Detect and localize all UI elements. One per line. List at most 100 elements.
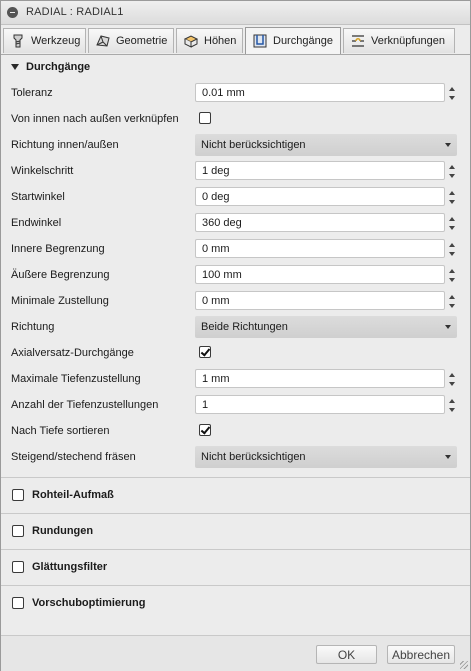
spinner-icon[interactable] xyxy=(448,215,456,232)
tab-bar: Werkzeug Geometrie Höhen Durchgänge Verk… xyxy=(1,25,470,55)
group-rundungen[interactable]: Rundungen xyxy=(1,513,470,548)
row-minimale-zustellung: Minimale Zustellung 0 mm xyxy=(1,289,470,313)
field-label: Richtung innen/außen xyxy=(11,139,119,151)
section-title: Durchgänge xyxy=(26,61,91,73)
tab-label: Durchgänge xyxy=(273,35,333,47)
vorschuboptimierung-checkbox[interactable] xyxy=(12,597,24,609)
tab-geometrie[interactable]: Geometrie xyxy=(88,28,174,53)
field-label: Minimale Zustellung xyxy=(11,295,109,307)
axialversatz-checkbox[interactable] xyxy=(199,346,211,358)
group-rohteil-aufmass[interactable]: Rohteil-Aufmaß xyxy=(1,477,470,512)
field-label: Startwinkel xyxy=(11,191,65,203)
spinner-icon[interactable] xyxy=(448,163,456,180)
collapse-triangle-icon[interactable] xyxy=(11,64,19,70)
dropdown-arrow-icon xyxy=(445,143,451,147)
nach-tiefe-sortieren-checkbox[interactable] xyxy=(199,424,211,436)
tab-label: Werkzeug xyxy=(31,35,81,47)
field-value: 360 deg xyxy=(202,217,242,229)
tab-verknuepfungen[interactable]: Verknüpfungen xyxy=(343,28,455,53)
spinner-icon[interactable] xyxy=(448,293,456,310)
field-value: 0 deg xyxy=(202,191,230,203)
spinner-icon[interactable] xyxy=(448,371,456,388)
dialog-footer: OK Abbrechen xyxy=(1,635,470,671)
tab-label: Höhen xyxy=(204,35,237,47)
rundungen-checkbox[interactable] xyxy=(12,525,24,537)
row-richtung: Richtung Beide Richtungen xyxy=(1,315,470,339)
tab-label: Geometrie xyxy=(116,35,168,47)
field-label: Von innen nach außen verknüpfen xyxy=(11,113,179,125)
field-label: Winkelschritt xyxy=(11,165,74,177)
spinner-icon[interactable] xyxy=(448,241,456,258)
aeussere-begrenzung-input[interactable]: 100 mm xyxy=(195,265,455,284)
cancel-button[interactable]: Abbrechen xyxy=(387,645,455,664)
heights-icon xyxy=(183,33,199,49)
toleranz-input[interactable]: 0.01 mm xyxy=(195,83,455,102)
glaettungsfilter-checkbox[interactable] xyxy=(12,561,24,573)
group-label: Vorschuboptimierung xyxy=(32,597,146,609)
field-label: Maximale Tiefenzustellung xyxy=(11,373,141,385)
dialog-window: RADIAL : RADIAL1 Werkzeug Geometrie Höhe… xyxy=(0,0,471,671)
select-value: Nicht berücksichtigen xyxy=(201,139,306,151)
window-title: RADIAL : RADIAL1 xyxy=(26,6,124,18)
tab-label: Verknüpfungen xyxy=(371,35,446,47)
group-vorschuboptimierung[interactable]: Vorschuboptimierung xyxy=(1,585,470,620)
row-startwinkel: Startwinkel 0 deg xyxy=(1,185,470,209)
title-bar: RADIAL : RADIAL1 xyxy=(1,1,470,25)
spinner-icon[interactable] xyxy=(448,189,456,206)
tab-werkzeug[interactable]: Werkzeug xyxy=(3,28,86,53)
collapse-icon[interactable] xyxy=(7,7,18,18)
steigend-stechend-select[interactable]: Nicht berücksichtigen xyxy=(195,446,457,468)
field-label: Innere Begrenzung xyxy=(11,243,105,255)
spinner-icon[interactable] xyxy=(448,267,456,284)
row-richtung-innen-aussen: Richtung innen/außen Nicht berücksichtig… xyxy=(1,133,470,157)
field-label: Axialversatz-Durchgänge xyxy=(11,347,134,359)
maximale-tiefenzustellung-input[interactable]: 1 mm xyxy=(195,369,455,388)
tool-icon xyxy=(10,33,26,49)
tab-hoehen[interactable]: Höhen xyxy=(176,28,243,53)
richtung-select[interactable]: Beide Richtungen xyxy=(195,316,457,338)
field-value: 100 mm xyxy=(202,269,242,281)
row-steigend-stechend: Steigend/stechend fräsen Nicht berücksic… xyxy=(1,445,470,469)
spinner-icon[interactable] xyxy=(448,397,456,414)
section-header-durchgaenge[interactable]: Durchgänge xyxy=(1,56,470,78)
row-winkelschritt: Winkelschritt 1 deg xyxy=(1,159,470,183)
minimale-zustellung-input[interactable]: 0 mm xyxy=(195,291,455,310)
field-value: 0 mm xyxy=(202,243,230,255)
field-label: Steigend/stechend fräsen xyxy=(11,451,136,463)
tab-durchgaenge[interactable]: Durchgänge xyxy=(245,27,341,54)
field-label: Anzahl der Tiefenzustellungen xyxy=(11,399,159,411)
row-anzahl-tiefenzustellungen: Anzahl der Tiefenzustellungen 1 xyxy=(1,393,470,417)
group-label: Rundungen xyxy=(32,525,94,537)
linking-icon xyxy=(350,33,366,49)
spinner-icon[interactable] xyxy=(448,85,456,102)
field-value: 0 mm xyxy=(202,295,230,307)
field-value: 1 xyxy=(202,399,209,411)
field-value: 1 mm xyxy=(202,373,230,385)
row-nach-tiefe-sortieren: Nach Tiefe sortieren xyxy=(1,419,470,443)
field-label: Nach Tiefe sortieren xyxy=(11,425,110,437)
innere-begrenzung-input[interactable]: 0 mm xyxy=(195,239,455,258)
row-endwinkel: Endwinkel 360 deg xyxy=(1,211,470,235)
row-von-innen-verknuepfen: Von innen nach außen verknüpfen xyxy=(1,107,470,131)
richtung-innen-aussen-select[interactable]: Nicht berücksichtigen xyxy=(195,134,457,156)
geometry-icon xyxy=(95,33,111,49)
row-aeussere-begrenzung: Äußere Begrenzung 100 mm xyxy=(1,263,470,287)
group-label: Rohteil-Aufmaß xyxy=(32,489,114,501)
anzahl-tiefenzustellungen-input[interactable]: 1 xyxy=(195,395,455,414)
dropdown-arrow-icon xyxy=(445,455,451,459)
field-label: Richtung xyxy=(11,321,55,333)
field-label: Äußere Begrenzung xyxy=(11,269,110,281)
von-innen-checkbox[interactable] xyxy=(199,112,211,124)
winkelschritt-input[interactable]: 1 deg xyxy=(195,161,455,180)
row-innere-begrenzung: Innere Begrenzung 0 mm xyxy=(1,237,470,261)
row-toleranz: Toleranz 0.01 mm xyxy=(1,81,470,105)
startwinkel-input[interactable]: 0 deg xyxy=(195,187,455,206)
field-label: Toleranz xyxy=(11,87,53,99)
rohteil-aufmass-checkbox[interactable] xyxy=(12,489,24,501)
passes-icon xyxy=(252,33,268,49)
endwinkel-input[interactable]: 360 deg xyxy=(195,213,455,232)
select-value: Beide Richtungen xyxy=(201,321,288,333)
ok-button[interactable]: OK xyxy=(316,645,377,664)
group-glaettungsfilter[interactable]: Glättungsfilter xyxy=(1,549,470,584)
resize-grip-icon[interactable] xyxy=(460,661,468,669)
